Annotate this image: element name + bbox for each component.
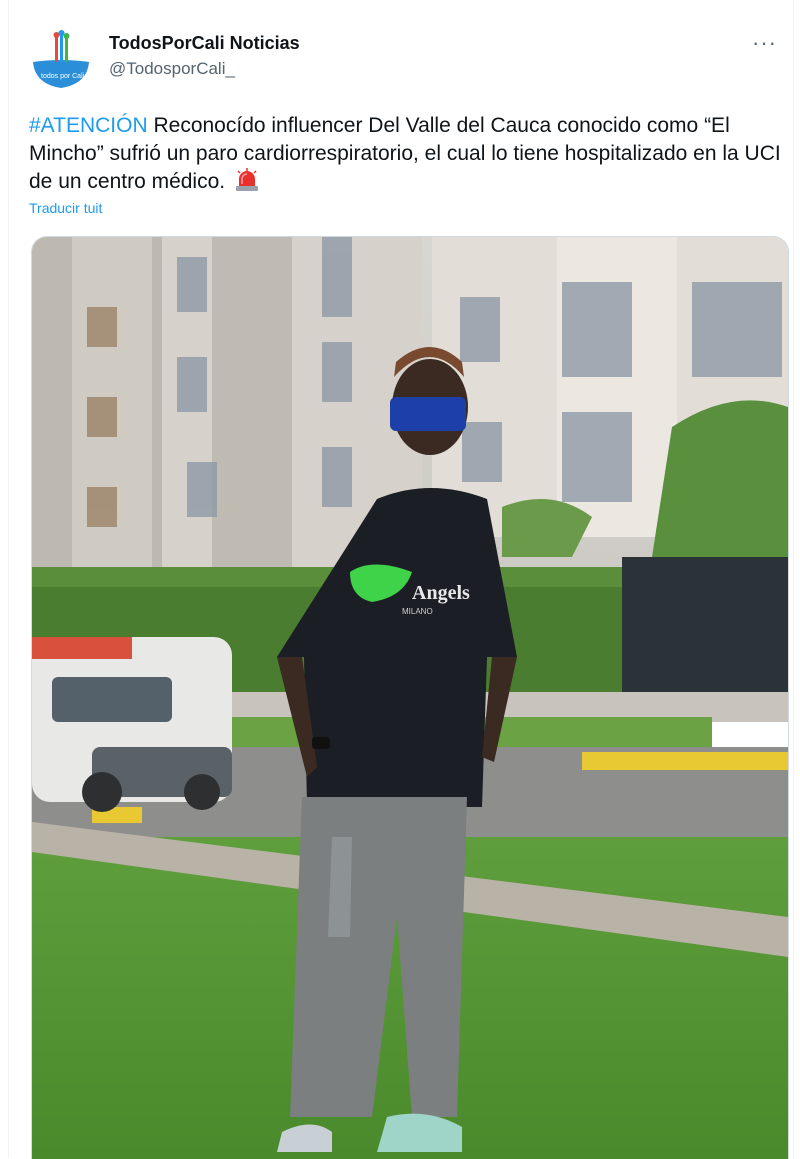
hashtag-link[interactable]: #ATENCIÓN — [29, 114, 148, 137]
avatar-text: todos por Cali — [41, 73, 85, 80]
tweet-photo[interactable]: Angels MILANO — [31, 236, 789, 1159]
translate-tweet-link[interactable]: Traducir tuit — [29, 200, 102, 216]
photo-image: Angels MILANO — [32, 237, 788, 1159]
shirt-subtext: MILANO — [402, 607, 433, 616]
avatar[interactable]: todos por Cali — [29, 28, 93, 92]
author-names: TodosPorCali Noticias @TodosporCali_ — [109, 32, 300, 80]
rotating-light-icon — [235, 168, 259, 200]
tweet-header: todos por Cali TodosPorCali Noticias @To… — [29, 24, 777, 94]
avatar-logo-icon: todos por Cali — [29, 28, 93, 92]
display-name[interactable]: TodosPorCali Noticias — [109, 32, 300, 54]
more-options-icon[interactable]: ··· — [752, 30, 777, 56]
shirt-text: Angels — [412, 582, 470, 604]
tweet-text: #ATENCIÓN Reconocído influencer Del Vall… — [29, 112, 789, 200]
handle[interactable]: @TodosporCali_ — [109, 58, 300, 80]
tweet-card: todos por Cali TodosPorCali Noticias @To… — [8, 0, 794, 1159]
